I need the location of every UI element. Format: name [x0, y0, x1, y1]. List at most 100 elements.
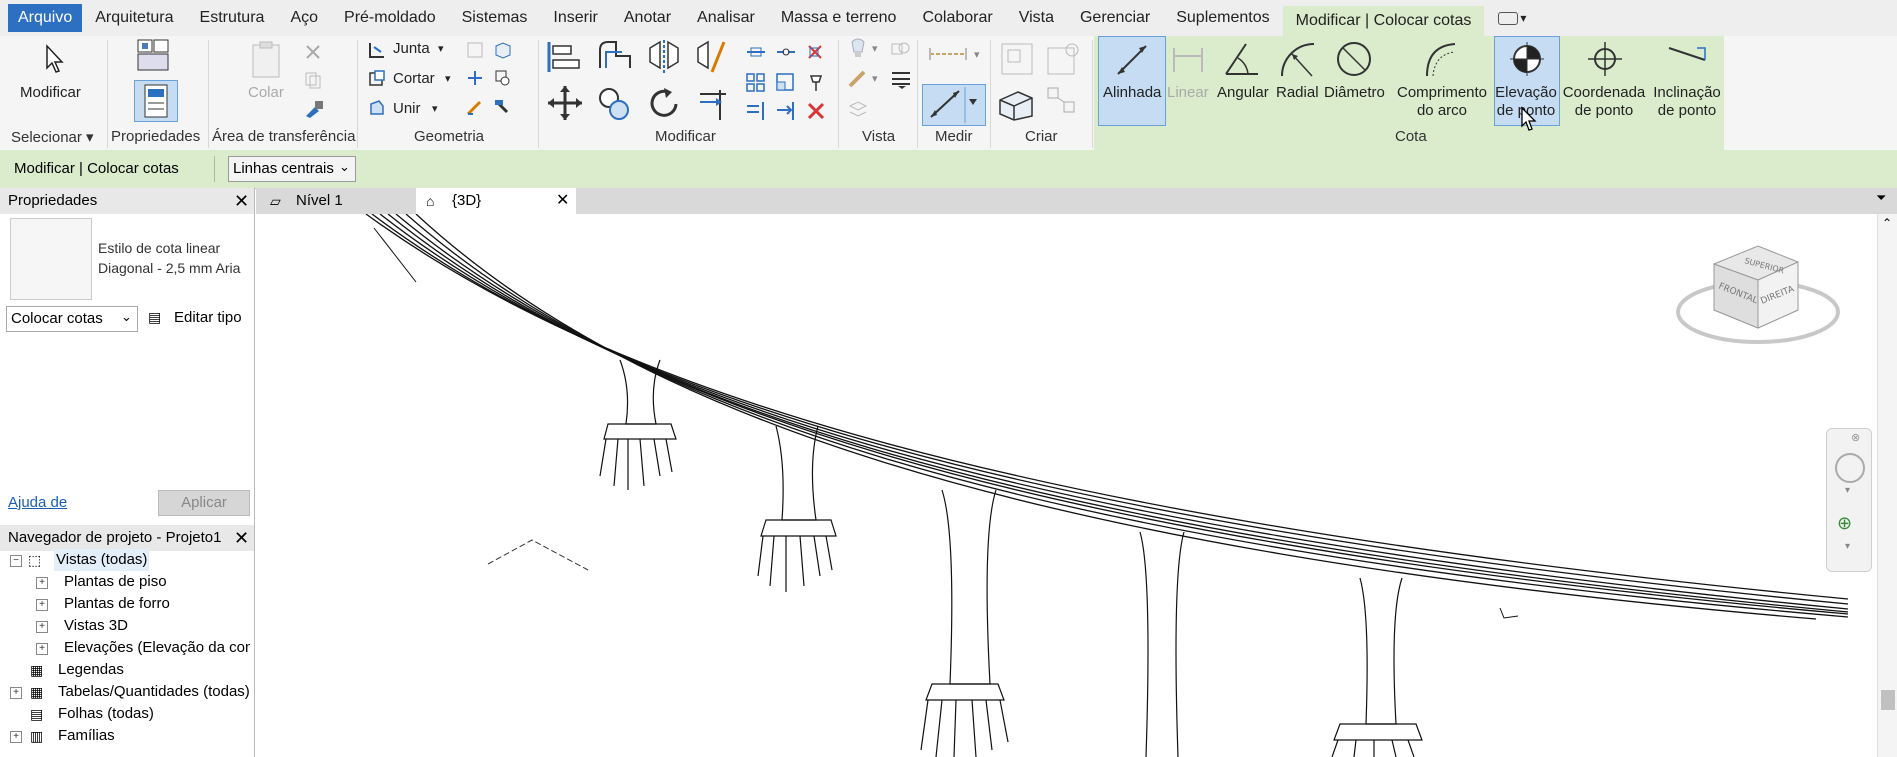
- trim-single-icon[interactable]: [775, 100, 797, 122]
- radial-label[interactable]: Radial: [1276, 84, 1319, 102]
- expand-icon[interactable]: +: [10, 731, 22, 743]
- edit-type-button[interactable]: ▤ Editar tipo: [146, 306, 248, 330]
- hammer-icon[interactable]: [493, 98, 513, 118]
- align-icon[interactable]: [545, 38, 583, 76]
- collapse-icon[interactable]: −: [10, 555, 22, 567]
- spot-coordinate-icon[interactable]: [1586, 40, 1624, 78]
- spot-slope-icon[interactable]: [1667, 42, 1707, 72]
- array-icon[interactable]: [745, 72, 767, 94]
- tree-item-elevations[interactable]: + Elevações (Elevação da const: [36, 637, 250, 659]
- radial-dimension-icon[interactable]: [1278, 40, 1318, 78]
- expand-icon[interactable]: +: [36, 599, 48, 611]
- tab-list-dropdown-icon[interactable]: ⏷: [1876, 190, 1886, 206]
- chevron-down-icon[interactable]: ▾: [1845, 485, 1850, 496]
- close-icon[interactable]: ✕: [234, 188, 249, 214]
- cut-geometry-label[interactable]: Cortar: [393, 70, 435, 88]
- cope-icon[interactable]: [493, 40, 513, 60]
- pin-icon[interactable]: [805, 72, 827, 94]
- arc-length-icon[interactable]: [1421, 40, 1461, 78]
- properties-help-link[interactable]: Ajuda de: [8, 494, 67, 511]
- spot-coordinate-label[interactable]: Coordenada de ponto: [1562, 84, 1646, 120]
- steering-wheel-icon[interactable]: [1835, 453, 1865, 483]
- offset-icon[interactable]: [596, 38, 634, 76]
- tab-aco[interactable]: Aço: [277, 4, 331, 32]
- scale-icon[interactable]: [775, 72, 797, 94]
- zoom-icon[interactable]: ⊕: [1837, 513, 1852, 534]
- linear-label[interactable]: Linear: [1167, 84, 1209, 102]
- tab-gerenciar[interactable]: Gerenciar: [1067, 4, 1163, 32]
- close-icon[interactable]: ⊗: [1851, 431, 1860, 444]
- measure-between-refs-icon[interactable]: [926, 44, 970, 64]
- delete-icon[interactable]: [805, 100, 827, 122]
- tab-sistemas[interactable]: Sistemas: [449, 4, 541, 32]
- tab-pre-moldado[interactable]: Pré-moldado: [331, 4, 449, 32]
- tab-massa-terreno[interactable]: Massa e terreno: [768, 4, 910, 32]
- create-group-icon[interactable]: [1044, 84, 1084, 124]
- angular-dimension-icon[interactable]: [1222, 40, 1262, 78]
- wall-joins-icon[interactable]: [465, 40, 485, 60]
- join-label[interactable]: Junta: [393, 40, 430, 58]
- match-properties-icon[interactable]: [303, 98, 325, 120]
- tab-colaborar[interactable]: Colaborar: [909, 4, 1005, 32]
- unpin-icon[interactable]: [805, 42, 827, 62]
- close-icon[interactable]: ✕: [234, 525, 249, 551]
- close-icon[interactable]: ✕: [556, 188, 569, 214]
- split-face-icon[interactable]: [465, 68, 485, 88]
- viewcube[interactable]: SUPERIOR FRONTAL DIREITA: [1674, 228, 1842, 348]
- trim-extend-icon[interactable]: [696, 86, 732, 122]
- select-panel-label[interactable]: Selecionar ▾: [11, 128, 94, 146]
- modify-button-label[interactable]: Modificar: [20, 84, 81, 102]
- properties-palette-button[interactable]: [134, 80, 178, 122]
- tab-suplementos[interactable]: Suplementos: [1163, 4, 1282, 32]
- create-similar-icon[interactable]: [996, 86, 1036, 122]
- mirror-pick-axis-icon[interactable]: [646, 38, 682, 76]
- expand-icon[interactable]: +: [10, 687, 22, 699]
- view-tab-3d[interactable]: ⌂ {3D} ✕: [416, 188, 576, 214]
- quick-access-dropdown[interactable]: ▾: [1498, 11, 1526, 25]
- thin-lines-icon[interactable]: [890, 68, 912, 90]
- unite-icon[interactable]: [367, 98, 387, 118]
- paint-icon[interactable]: [493, 68, 517, 88]
- cut-geometry-icon[interactable]: [367, 68, 387, 88]
- vertical-scrollbar[interactable]: ⌃: [1877, 214, 1897, 757]
- create-assembly-icon[interactable]: [998, 40, 1036, 78]
- mirror-draw-axis-icon[interactable]: [694, 38, 730, 76]
- move-icon[interactable]: [546, 84, 584, 122]
- linework-brush-icon[interactable]: [846, 68, 872, 90]
- tab-analisar[interactable]: Analisar: [684, 4, 768, 32]
- spot-slope-label[interactable]: Inclinação de ponto: [1648, 84, 1726, 120]
- apply-button[interactable]: Aplicar: [158, 490, 250, 516]
- paste-icon[interactable]: [250, 40, 284, 80]
- copy-element-icon[interactable]: [597, 86, 633, 122]
- tab-arquivo[interactable]: Arquivo: [8, 4, 83, 32]
- tab-modificar-colocar-cotas[interactable]: Modificar | Colocar cotas: [1282, 6, 1485, 36]
- reference-select[interactable]: Linhas centrais ⌄: [228, 156, 356, 182]
- aligned-dimension-measure-button[interactable]: [922, 84, 986, 126]
- trim-multiple-icon[interactable]: [745, 100, 767, 122]
- angular-label[interactable]: Angular: [1217, 84, 1269, 102]
- diameter-label[interactable]: Diâmetro: [1324, 84, 1385, 102]
- 3d-view-canvas[interactable]: SUPERIOR FRONTAL DIREITA ⊗ ▾ ⊕ ▾: [256, 214, 1877, 757]
- view-tab-level1[interactable]: ▱ Nível 1: [260, 188, 420, 214]
- chevron-down-icon[interactable]: ▾: [872, 70, 878, 88]
- tab-anotar[interactable]: Anotar: [611, 4, 684, 32]
- override-graphics-icon[interactable]: [890, 40, 912, 60]
- demolish-icon[interactable]: [465, 98, 485, 118]
- tab-arquitetura[interactable]: Arquitetura: [82, 4, 186, 32]
- copy-icon[interactable]: [303, 70, 323, 90]
- chevron-down-icon[interactable]: ▾: [974, 46, 980, 64]
- diameter-dimension-icon[interactable]: [1334, 40, 1374, 78]
- unite-label[interactable]: Unir: [393, 100, 421, 118]
- tab-estrutura[interactable]: Estrutura: [187, 4, 278, 32]
- chevron-down-icon[interactable]: ▾: [445, 70, 451, 88]
- chevron-down-icon[interactable]: ▾: [1845, 541, 1850, 552]
- create-parts-icon[interactable]: [1044, 40, 1082, 78]
- arc-length-label[interactable]: Comprimento do arco: [1392, 84, 1492, 120]
- instance-filter-select[interactable]: Colocar cotas ⌄: [6, 306, 138, 332]
- cut-icon[interactable]: [303, 42, 323, 62]
- expand-icon[interactable]: +: [36, 621, 48, 633]
- scroll-up-icon[interactable]: ⌃: [1882, 216, 1892, 230]
- cursor-arrow-icon[interactable]: [44, 44, 66, 74]
- tab-inserir[interactable]: Inserir: [540, 4, 610, 32]
- split-with-gap-icon[interactable]: [775, 44, 797, 60]
